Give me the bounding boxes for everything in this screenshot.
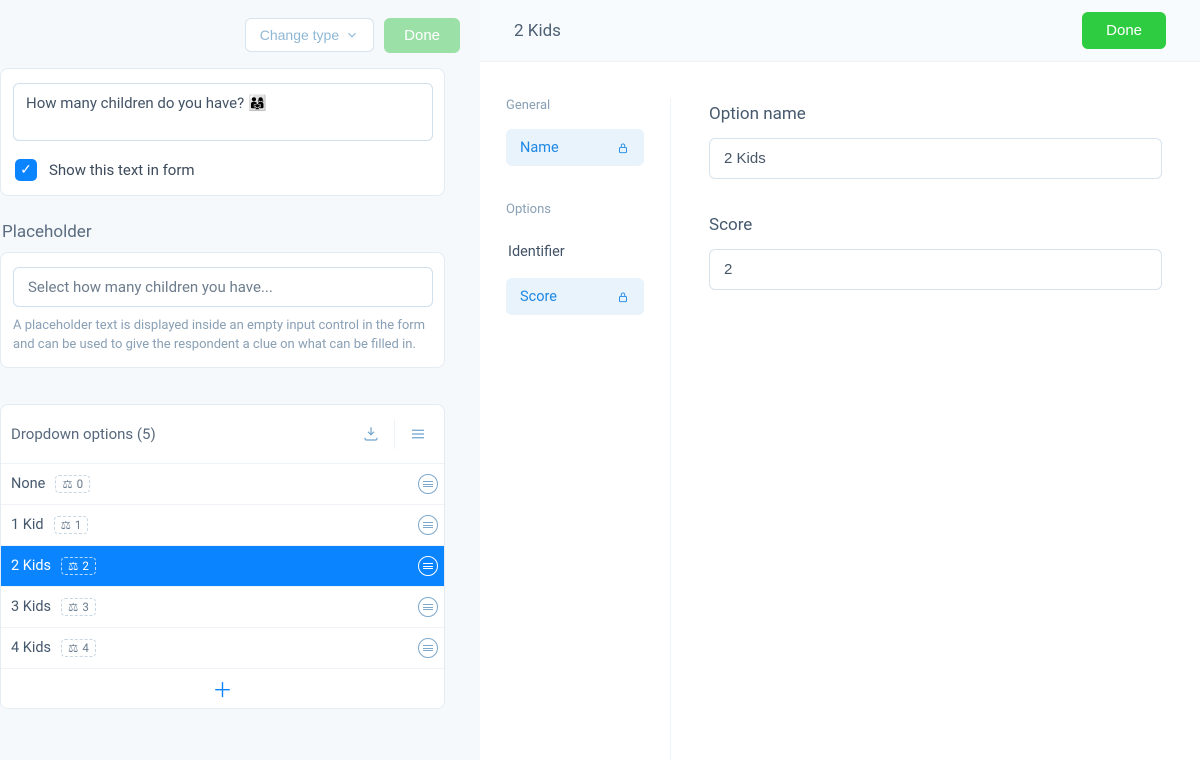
question-text-card: How many children do you have? 👨‍👩‍👧 ✓ S… [0, 68, 445, 196]
option-score-pill: ⚖3 [61, 598, 96, 616]
dropdown-options-list: None⚖01 Kid⚖12 Kids⚖23 Kids⚖34 Kids⚖4 [1, 464, 444, 668]
placeholder-section-title: Placeholder [2, 222, 480, 242]
option-name-label: Option name [709, 104, 1162, 124]
detail-body: General Name Options Identifier Score [480, 62, 1200, 760]
dropdown-options-title: Dropdown options (5) [11, 425, 156, 443]
drag-handle-icon[interactable] [418, 474, 438, 494]
dropdown-option-row[interactable]: 3 Kids⚖3 [1, 586, 444, 627]
placeholder-hint: A placeholder text is displayed inside a… [13, 317, 433, 355]
weight-icon: ⚖ [68, 600, 78, 614]
option-score-pill: ⚖0 [55, 475, 90, 493]
show-text-label: Show this text in form [49, 161, 195, 179]
plus-icon: ＋ [213, 674, 233, 703]
nav-item-score[interactable]: Score [506, 278, 644, 315]
change-type-button[interactable]: Change type [245, 18, 374, 52]
nav-item-score-label: Score [520, 288, 557, 305]
option-score: 4 [82, 641, 88, 655]
option-score: 1 [75, 518, 81, 532]
menu-icon [408, 425, 428, 443]
option-score: 2 [82, 559, 88, 573]
show-text-row: ✓ Show this text in form [13, 159, 432, 181]
lock-icon [616, 141, 630, 155]
option-score: 3 [82, 600, 88, 614]
add-option-button[interactable]: ＋ [1, 668, 444, 708]
placeholder-card: Select how many children you have... A p… [0, 252, 445, 368]
placeholder-input[interactable]: Select how many children you have... [13, 267, 433, 307]
question-editor-pane: Change type Done How many children do yo… [0, 0, 480, 760]
change-type-label: Change type [260, 27, 339, 43]
detail-fields: Option name Score [671, 98, 1200, 760]
dropdown-options-header: Dropdown options (5) [1, 405, 444, 464]
dropdown-option-row[interactable]: 1 Kid⚖1 [1, 504, 444, 545]
option-label: 1 Kid [11, 516, 44, 533]
option-label: 3 Kids [11, 598, 51, 615]
nav-item-name-label: Name [520, 139, 559, 156]
option-score-pill: ⚖1 [54, 516, 89, 534]
detail-title: 2 Kids [514, 21, 561, 41]
option-score: 0 [77, 477, 83, 491]
option-label: 4 Kids [11, 639, 51, 656]
option-name-input[interactable] [709, 138, 1162, 179]
question-text-input[interactable]: How many children do you have? 👨‍👩‍👧 [13, 83, 433, 141]
option-score-pill: ⚖4 [61, 639, 96, 657]
score-input[interactable] [709, 249, 1162, 290]
drag-handle-icon[interactable] [418, 597, 438, 617]
weight-icon: ⚖ [62, 477, 72, 491]
drag-handle-icon[interactable] [418, 556, 438, 576]
option-detail-pane: 2 Kids Done General Name Options Identif… [480, 0, 1200, 760]
dropdown-option-row[interactable]: None⚖0 [1, 464, 444, 504]
dropdown-options-card: Dropdown options (5) None⚖01 Kid⚖12 Kids… [0, 404, 445, 709]
drag-handle-icon[interactable] [418, 515, 438, 535]
option-label: 2 Kids [11, 557, 51, 574]
done-button-left[interactable]: Done [384, 18, 460, 53]
import-icon [361, 425, 381, 443]
options-menu-button[interactable] [394, 419, 440, 449]
nav-group-general: General [506, 98, 644, 113]
dropdown-option-row[interactable]: 4 Kids⚖4 [1, 627, 444, 668]
dropdown-option-row[interactable]: 2 Kids⚖2 [1, 545, 444, 586]
option-score-pill: ⚖2 [61, 557, 96, 575]
weight-icon: ⚖ [61, 518, 71, 532]
weight-icon: ⚖ [68, 641, 78, 655]
left-toolbar: Change type Done [0, 10, 480, 60]
option-label: None [11, 475, 45, 492]
score-label: Score [709, 215, 1162, 235]
nav-item-identifier[interactable]: Identifier [506, 233, 644, 270]
nav-group-options: Options [506, 202, 644, 217]
import-options-button[interactable] [348, 419, 394, 449]
chevron-down-icon [345, 28, 359, 42]
lock-icon [616, 290, 630, 304]
show-text-checkbox[interactable]: ✓ [15, 159, 37, 181]
weight-icon: ⚖ [68, 559, 78, 573]
done-button-right[interactable]: Done [1082, 12, 1166, 49]
drag-handle-icon[interactable] [418, 638, 438, 658]
nav-item-identifier-label: Identifier [508, 243, 565, 260]
nav-item-name[interactable]: Name [506, 129, 644, 166]
detail-header: 2 Kids Done [480, 0, 1200, 62]
detail-nav: General Name Options Identifier Score [480, 98, 671, 760]
